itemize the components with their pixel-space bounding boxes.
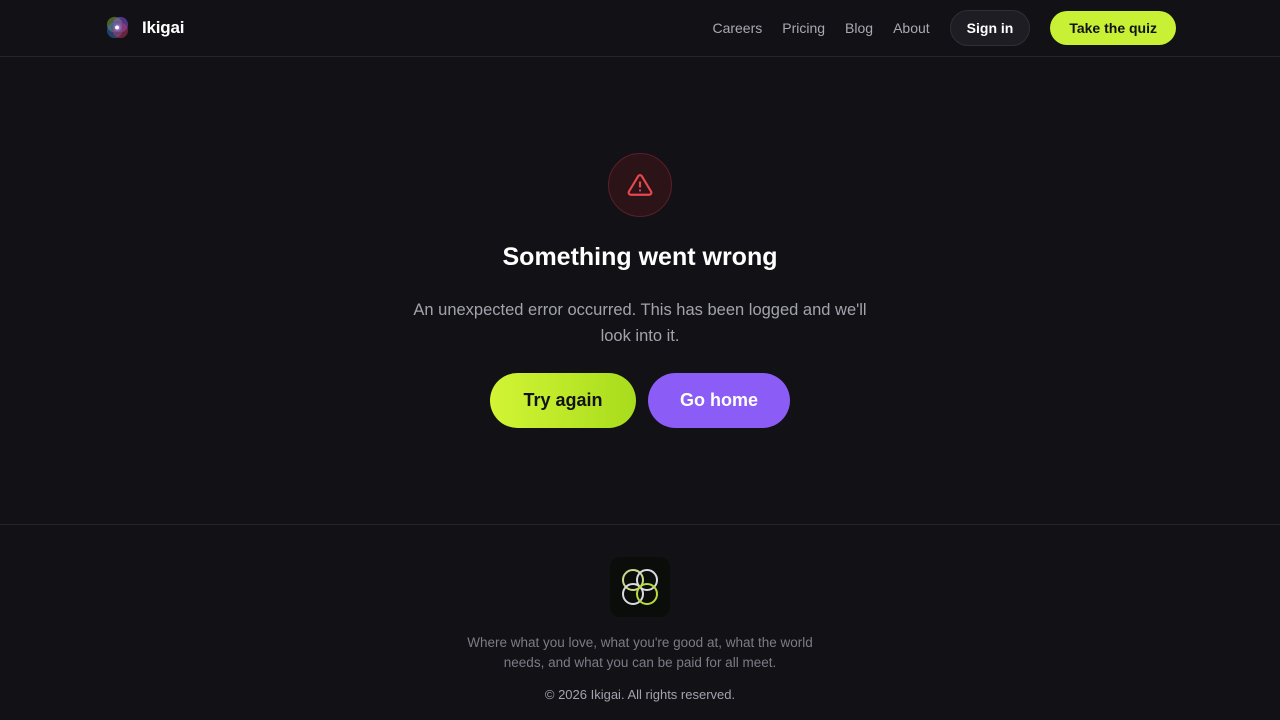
error-message: An unexpected error occurred. This has b… [413,301,867,345]
nav-link-careers[interactable]: Careers [712,20,762,36]
footer-tagline: Where what you love, what you're good at… [467,635,813,670]
error-title: Something went wrong [502,243,778,271]
ikigai-logo-icon [106,16,129,39]
try-again-button[interactable]: Try again [490,373,636,428]
ikigai-circles-logo-icon [622,569,658,605]
footer-logo [610,557,670,617]
nav-link-about[interactable]: About [893,20,930,36]
sign-in-button[interactable]: Sign in [949,10,1031,46]
brand-name: Ikigai [142,17,185,37]
main-nav: Careers Pricing Blog About Sign in Take … [712,10,1176,46]
site-footer: Where what you love, what you're good at… [0,524,1280,720]
error-actions: Try again Go home [0,373,1280,428]
take-quiz-button[interactable]: Take the quiz [1050,11,1176,45]
warning-triangle-icon [627,174,653,196]
go-home-button[interactable]: Go home [648,373,790,428]
nav-link-blog[interactable]: Blog [845,20,873,36]
footer-copyright: © 2026 Ikigai. All rights reserved. [544,687,736,702]
error-badge [608,153,672,217]
nav-link-pricing[interactable]: Pricing [782,20,825,36]
brand-home-link[interactable]: Ikigai [105,14,184,41]
top-nav-bar: Ikigai Careers Pricing Blog About Sign i… [0,0,1280,57]
